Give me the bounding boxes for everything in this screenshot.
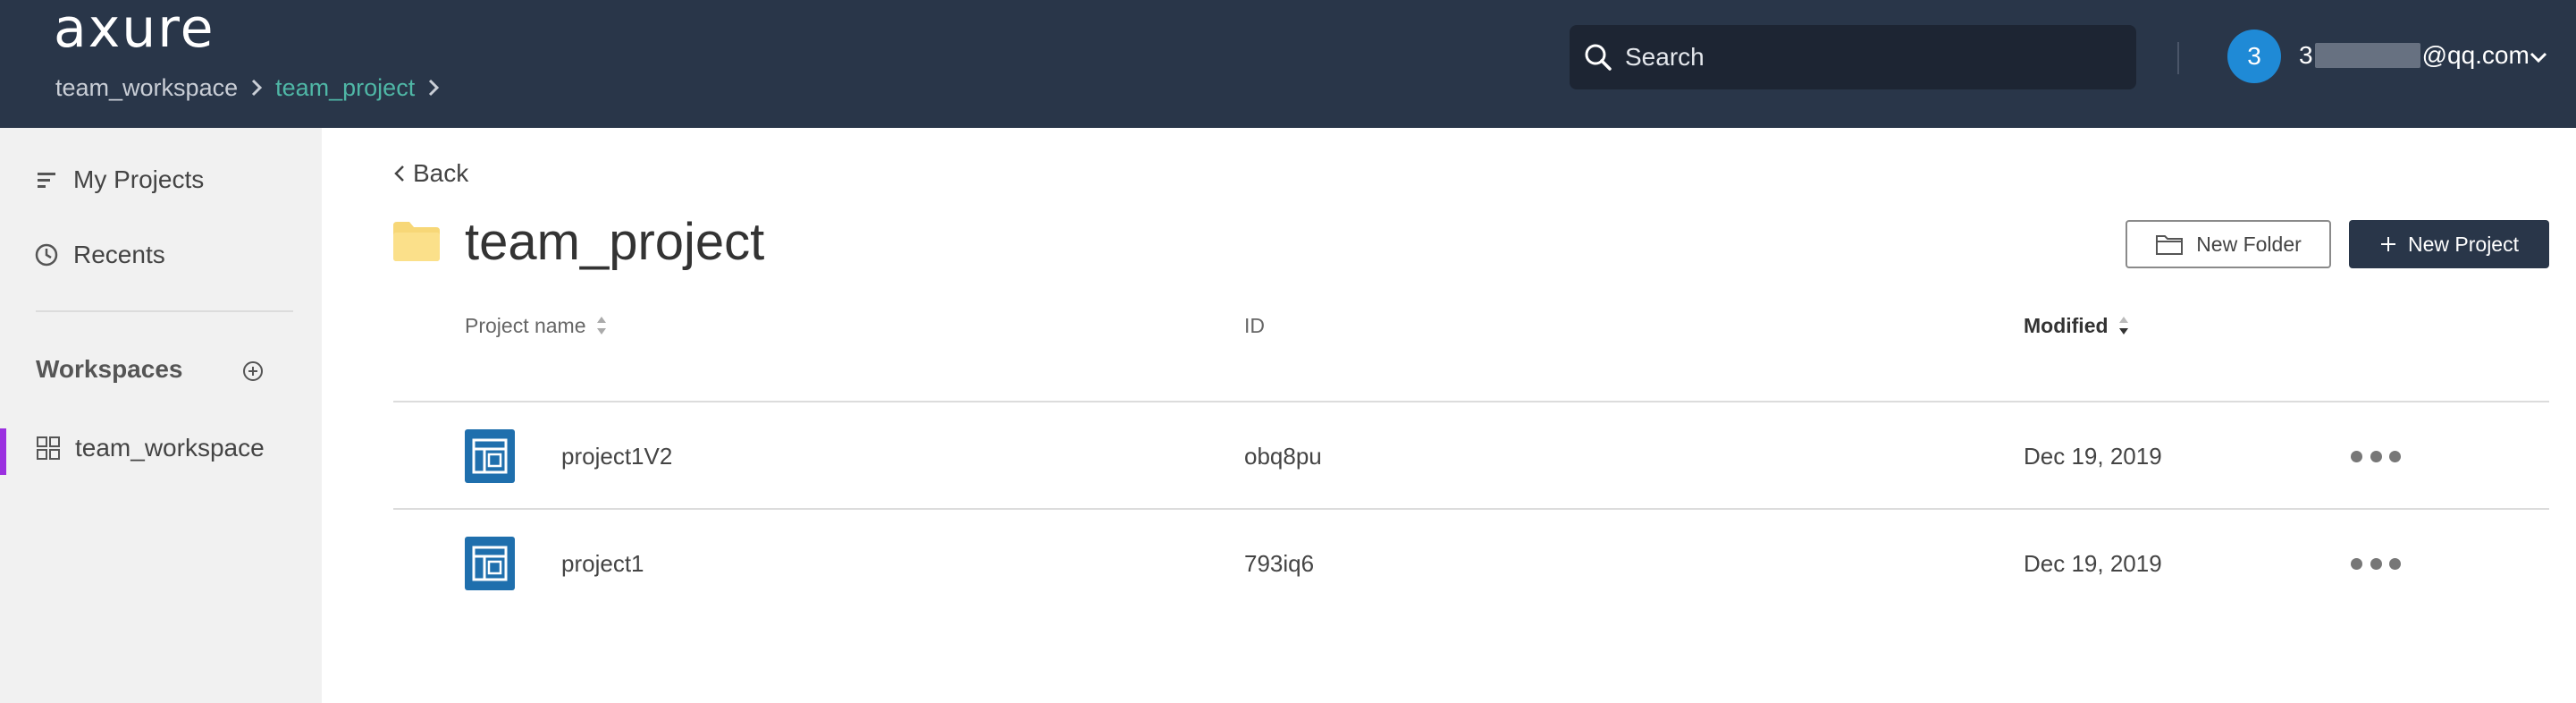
list-icon <box>34 167 59 192</box>
plus-icon <box>2381 237 2395 251</box>
sidebar-item-label: My Projects <box>73 165 205 193</box>
column-header-name[interactable]: Project name <box>465 313 608 338</box>
sidebar: My Projects Recents Workspaces team_work… <box>0 128 322 703</box>
project-name[interactable]: project1 <box>561 549 644 578</box>
search-box[interactable] <box>1570 25 2136 89</box>
grid-icon <box>36 436 61 461</box>
table-divider <box>393 508 2549 510</box>
breadcrumb: team_workspace team_project <box>55 72 452 104</box>
user-email-prefix: 3 <box>2299 41 2313 69</box>
column-header-modified[interactable]: Modified <box>2024 313 2130 338</box>
axure-logo[interactable]: axure <box>54 2 215 55</box>
back-link[interactable]: Back <box>393 159 468 188</box>
project-icon <box>465 537 515 590</box>
more-options-icon[interactable] <box>2351 449 2401 463</box>
search-input[interactable] <box>1625 43 2126 72</box>
user-email-suffix: @qq.com <box>2421 41 2530 69</box>
search-icon <box>1582 41 1614 73</box>
new-project-button[interactable]: New Project <box>2349 220 2549 268</box>
clock-icon <box>34 242 59 267</box>
project-id: 793iq6 <box>1244 550 1315 577</box>
avatar[interactable]: 3 <box>2227 30 2281 83</box>
project-modified: Dec 19, 2019 <box>2024 443 2162 470</box>
chevron-left-icon <box>394 165 404 182</box>
add-workspace-icon[interactable] <box>241 360 265 383</box>
sidebar-divider <box>36 310 293 312</box>
header-divider <box>2177 42 2179 74</box>
folder-icon <box>393 220 440 261</box>
column-header-label: Modified <box>2024 314 2109 337</box>
table-divider <box>393 401 2549 402</box>
chevron-down-icon[interactable] <box>2528 47 2549 68</box>
column-header-label: Project name <box>465 314 586 337</box>
new-folder-button[interactable]: New Folder <box>2126 220 2331 268</box>
breadcrumb-workspace[interactable]: team_workspace <box>55 72 238 104</box>
folder-outline-icon <box>2156 235 2184 255</box>
back-label: Back <box>413 159 469 187</box>
sidebar-item-recents[interactable]: Recents <box>34 241 165 269</box>
chevron-right-icon <box>243 72 270 104</box>
chevron-right-icon <box>420 72 447 104</box>
project-icon <box>465 429 515 483</box>
sidebar-item-team-workspace[interactable]: team_workspace <box>36 434 265 462</box>
project-modified: Dec 19, 2019 <box>2024 550 2162 577</box>
sidebar-item-my-projects[interactable]: My Projects <box>34 165 204 194</box>
more-options-icon[interactable] <box>2351 556 2401 571</box>
sidebar-item-label: team_workspace <box>75 434 265 462</box>
active-indicator <box>0 428 6 475</box>
new-project-label: New Project <box>2408 232 2519 256</box>
sort-icon <box>596 317 606 335</box>
top-header: axure team_workspace team_project 3 3 @q… <box>0 0 2576 128</box>
page-title: team_project <box>465 213 765 271</box>
project-name[interactable]: project1V2 <box>561 442 672 470</box>
sort-desc-icon <box>2118 317 2128 335</box>
redacted-block <box>2314 43 2420 68</box>
sidebar-item-label: Recents <box>73 241 165 268</box>
workspaces-heading: Workspaces <box>36 355 183 383</box>
new-folder-label: New Folder <box>2196 232 2302 256</box>
project-id: obq8pu <box>1244 443 1322 470</box>
column-header-id: ID <box>1244 313 1265 338</box>
user-email[interactable]: 3 @qq.com <box>2299 39 2530 72</box>
breadcrumb-project[interactable]: team_project <box>275 72 415 104</box>
column-header-label: ID <box>1244 314 1265 337</box>
